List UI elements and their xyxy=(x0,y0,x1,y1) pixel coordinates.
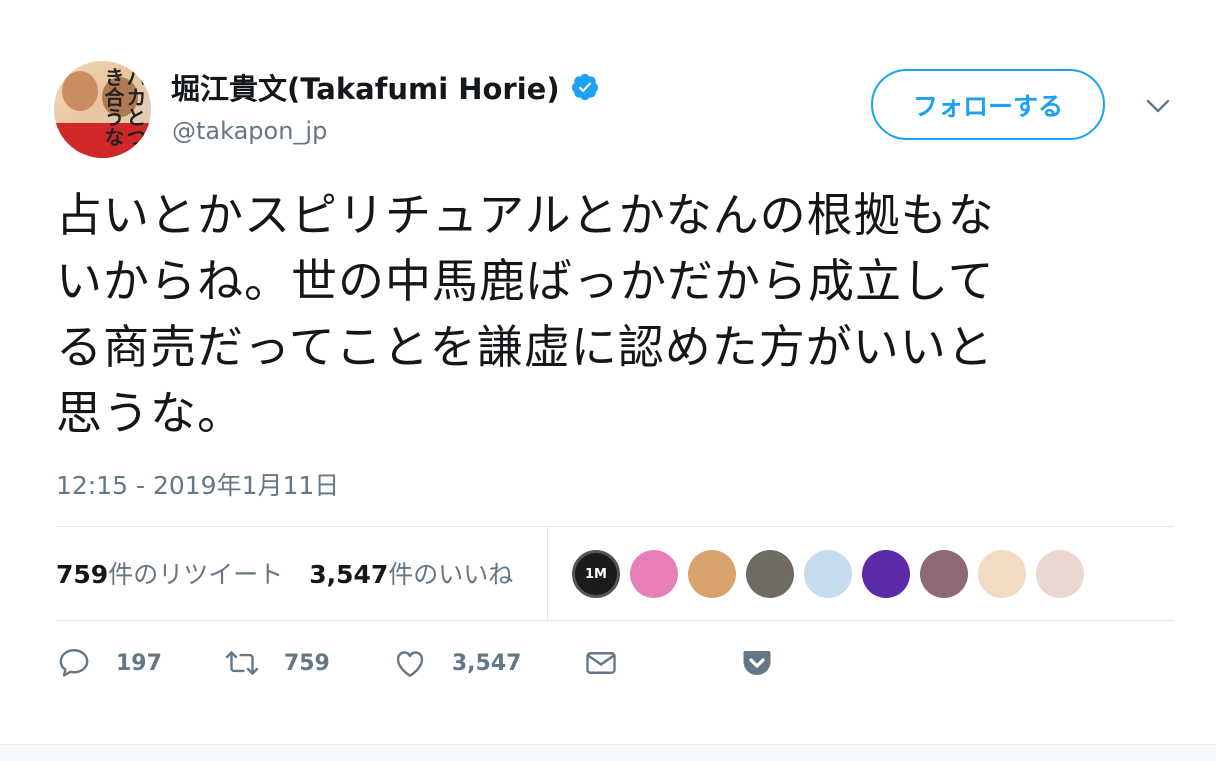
reply-icon[interactable] xyxy=(56,645,92,681)
stats-top-divider xyxy=(56,526,1174,527)
tweet-timestamp[interactable]: 12:15 - 2019年1月11日 xyxy=(56,466,339,502)
page-bottom-strip xyxy=(0,744,1216,761)
verified-badge-icon xyxy=(570,72,600,102)
retweet-action[interactable]: 759 xyxy=(224,645,330,681)
retweet-icon[interactable] xyxy=(224,645,260,681)
liker-avatar-text: 1M xyxy=(585,566,607,582)
stats-bottom-divider xyxy=(56,620,1174,621)
user-name-row[interactable]: 堀江貴文(Takafumi Horie) xyxy=(171,66,600,108)
seal-avatar[interactable] xyxy=(804,550,852,598)
likes-stat[interactable]: 3,547件のいいね xyxy=(309,555,513,591)
tweet-line: 思うな。 xyxy=(56,386,244,440)
avatar-face-left xyxy=(62,71,98,111)
follow-button[interactable]: フォローする xyxy=(871,69,1105,140)
likes-label: 件のいいね xyxy=(388,560,514,589)
likes-count: 3,547 xyxy=(309,560,389,589)
woman-photo-avatar[interactable] xyxy=(920,550,968,598)
user-handle[interactable]: @takapon_jp xyxy=(172,117,327,145)
illustration-avatar[interactable] xyxy=(1036,550,1084,598)
dm-action[interactable] xyxy=(583,645,619,681)
stats-vertical-divider xyxy=(547,527,548,620)
avatar-text: バカとつき合うな xyxy=(101,67,147,147)
bald-man-avatar[interactable] xyxy=(978,550,1026,598)
retweets-stat[interactable]: 759件のリツイート xyxy=(56,555,283,591)
1m-logo-avatar[interactable]: 1M xyxy=(572,550,620,598)
reply-action[interactable]: 197 xyxy=(56,645,162,681)
retweets-label: 件のリツイート xyxy=(108,560,284,589)
room-photo-avatar[interactable] xyxy=(746,550,794,598)
concert-avatar[interactable] xyxy=(862,550,910,598)
like-count: 3,547 xyxy=(451,650,522,676)
pink-character-avatar[interactable] xyxy=(630,550,678,598)
reply-count: 197 xyxy=(116,650,162,676)
profile-avatar[interactable]: バカとつき合うな xyxy=(54,61,151,158)
heart-icon[interactable] xyxy=(392,645,428,681)
retweets-count: 759 xyxy=(56,560,109,589)
tweet-actions: 197 759 3,547 xyxy=(56,645,837,681)
tweet-text: 占いとかスピリチュアルとかなんの根拠もな いからね。世の中馬鹿ばっかだから成立し… xyxy=(56,182,1166,446)
pocket-icon[interactable] xyxy=(739,645,775,681)
woman-glasses-avatar[interactable] xyxy=(688,550,736,598)
pocket-action[interactable] xyxy=(739,645,775,681)
display-name[interactable]: 堀江貴文(Takafumi Horie) xyxy=(171,66,560,108)
envelope-icon[interactable] xyxy=(583,645,619,681)
tweet-line: 占いとかスピリチュアルとかなんの根拠もな xyxy=(56,188,995,242)
tweet-line: いからね。世の中馬鹿ばっかだから成立して xyxy=(56,254,995,308)
liker-avatars: 1M xyxy=(572,550,1094,598)
retweet-count: 759 xyxy=(283,650,330,676)
chevron-down-icon[interactable] xyxy=(1146,98,1170,114)
tweet-stats: 759件のリツイート 3,547件のいいね xyxy=(56,555,539,591)
like-action[interactable]: 3,547 xyxy=(392,645,522,681)
tweet-line: る商売だってことを謙虚に認めた方がいいと xyxy=(56,320,994,374)
